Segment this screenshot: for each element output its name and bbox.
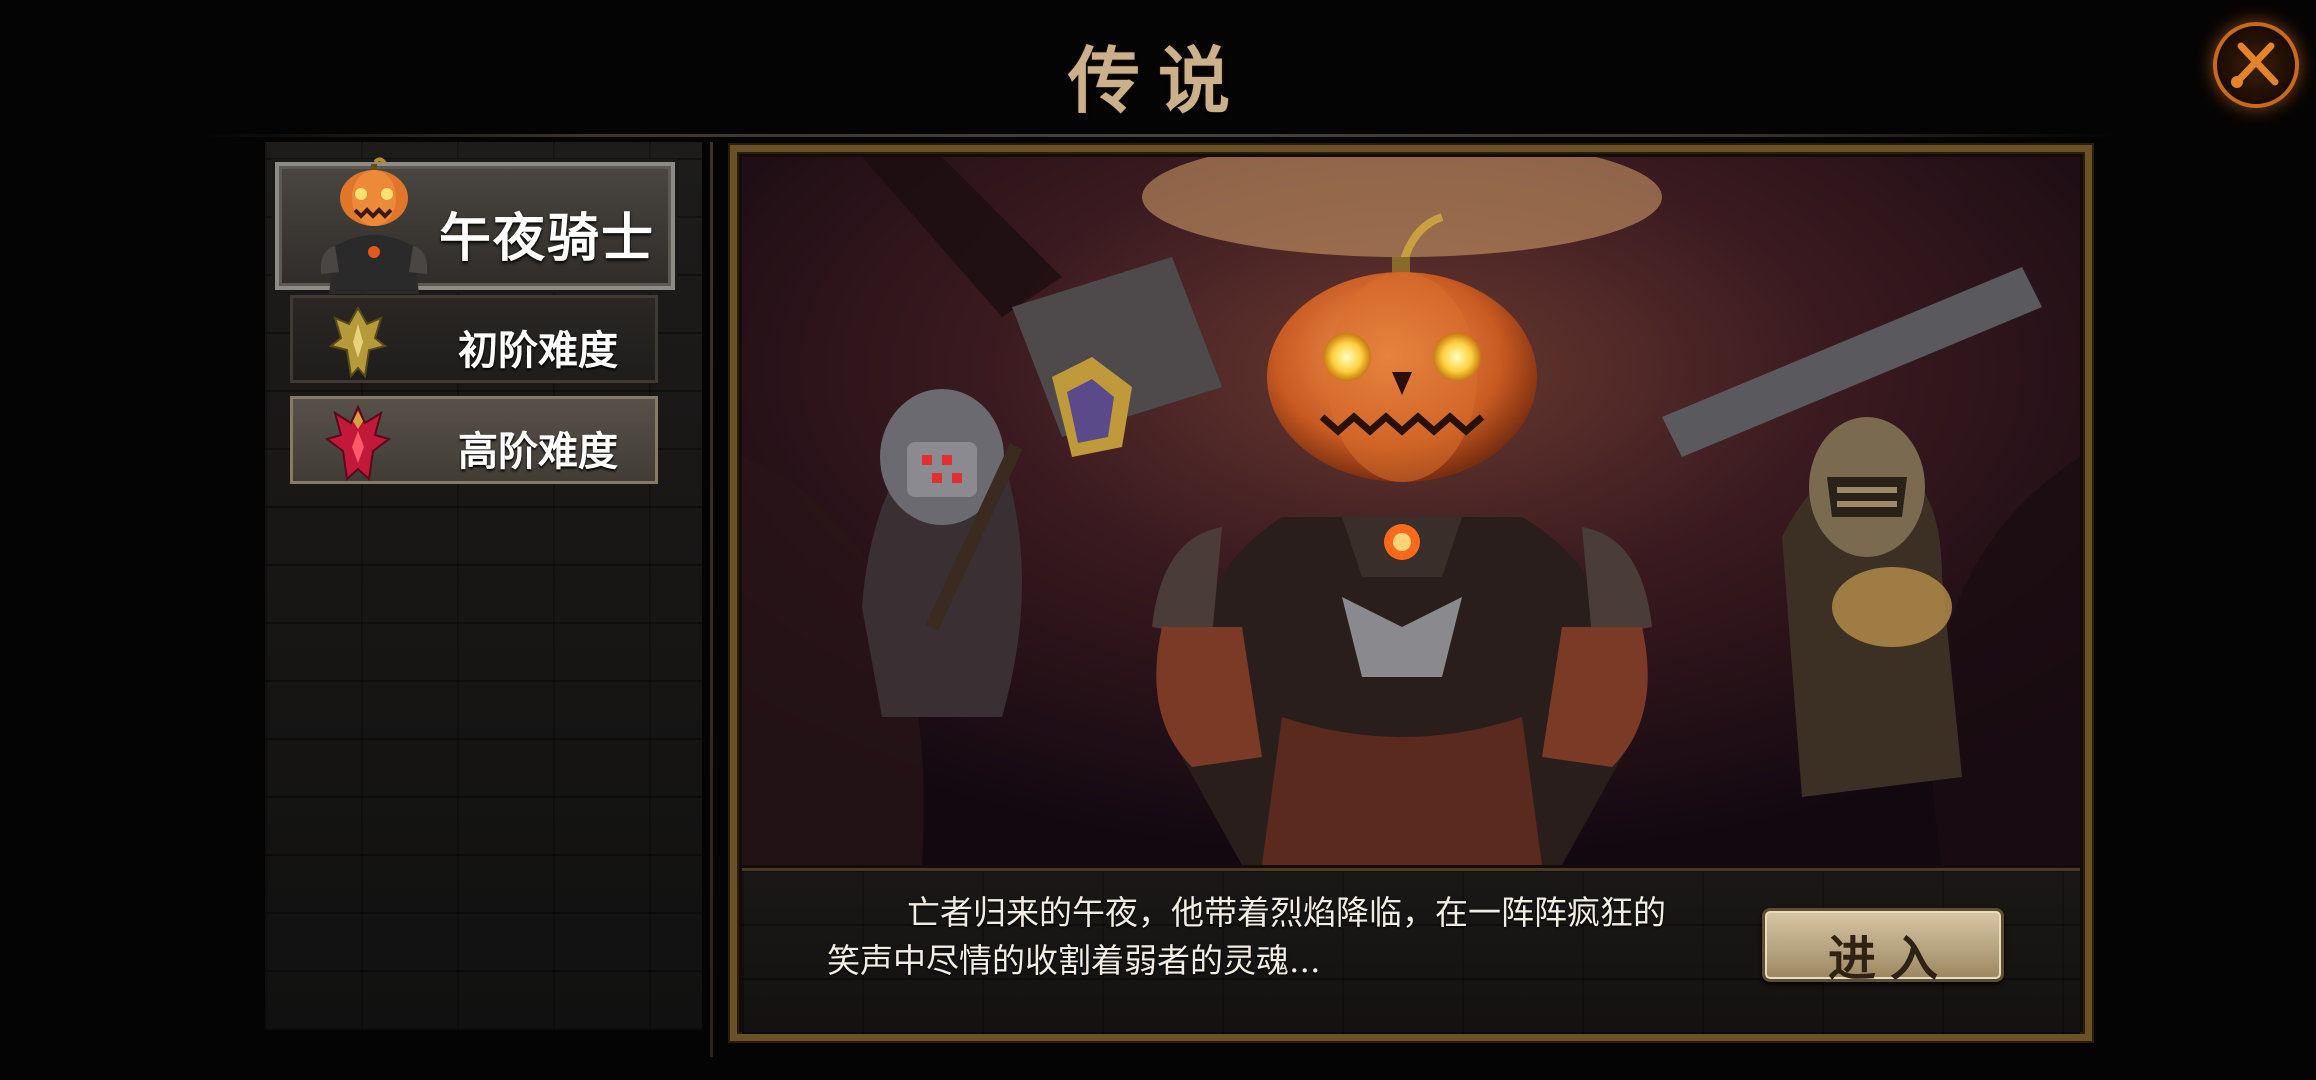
page-title: 传说 [1067,38,1248,123]
enter-button-label: 进入 [1827,931,1952,987]
game-screen: 传说 午夜骑士 初阶难度 高阶难度 亡者归来的午夜，他带着烈焰降临，在一阵阵疯狂… [0,0,2316,1080]
boss-description: 亡者归来的午夜，他带着烈焰降临，在一阵阵疯狂的笑声中尽情的收割着弱者的灵魂... [827,893,1666,980]
panel-divider [710,142,713,1057]
close-x-icon [2231,42,2279,88]
difficulty-hard-button[interactable]: 高阶难度 [290,396,658,484]
title-divider [200,134,2115,137]
pumpkin-knight-scene [742,157,2080,865]
close-button[interactable] [2213,22,2299,108]
boss-name: 午夜骑士 [439,208,656,269]
enter-button[interactable]: 进入 [1762,908,2004,987]
difficulty-normal-button[interactable]: 初阶难度 [290,295,658,383]
difficulty-hard-label: 高阶难度 [458,428,618,475]
gold-crest-icon [328,305,388,379]
pumpkin-knight-portrait [320,157,428,294]
difficulty-normal-label: 初阶难度 [458,327,618,374]
boss-tab-midnight-knight[interactable]: 午夜骑士 [272,157,678,294]
red-flame-crest-icon [324,404,392,482]
